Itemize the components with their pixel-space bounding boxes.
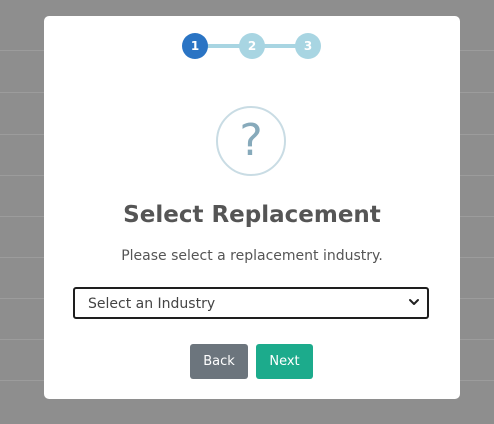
step-1-indicator: 1 <box>182 33 208 59</box>
chevron-down-icon <box>409 299 419 305</box>
back-button[interactable]: Back <box>190 344 248 379</box>
modal-subtitle: Please select a replacement industry. <box>121 248 383 264</box>
replacement-modal: 1 2 3 ? Select Replacement Please select… <box>44 16 460 399</box>
question-mark-glyph: ? <box>239 115 263 166</box>
step-3-indicator: 3 <box>295 33 321 59</box>
question-circle-icon: ? <box>216 106 286 176</box>
step-2-indicator: 2 <box>239 33 265 59</box>
industry-select-value: Select an Industry <box>88 296 216 312</box>
modal-title: Select Replacement <box>123 202 381 228</box>
step-progress: 1 2 3 <box>182 33 322 59</box>
next-button[interactable]: Next <box>256 344 313 379</box>
industry-select[interactable]: Select an Industry <box>73 287 429 319</box>
